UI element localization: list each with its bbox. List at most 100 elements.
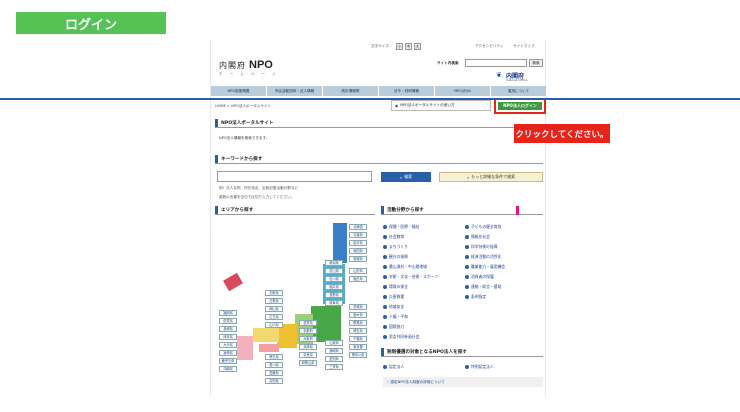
region-okinawa[interactable]: [223, 272, 243, 292]
pref-fukushima[interactable]: 福島県: [349, 276, 367, 282]
nav-item-orgs[interactable]: 市民活動団体・法人情報: [267, 86, 323, 96]
accessibility-link[interactable]: アクセシビリティ: [475, 44, 503, 48]
pref-fukuoka[interactable]: 福岡県: [219, 310, 237, 316]
pref-hokkaido[interactable]: 北海道: [349, 224, 367, 230]
font-large-button[interactable]: 大: [414, 43, 421, 50]
font-medium-button[interactable]: 中: [405, 43, 412, 50]
activity-item[interactable]: 条例指定: [465, 294, 486, 300]
activity-item[interactable]: 科学技術の振興: [465, 244, 498, 250]
activity-item[interactable]: 災害救援: [383, 294, 404, 300]
pref-chiba[interactable]: 千葉県: [349, 336, 367, 342]
pref-okinawa[interactable]: 沖縄県: [219, 366, 237, 372]
activity-item[interactable]: 社会教育: [383, 234, 404, 240]
pref-wakayama[interactable]: 和歌山県: [299, 360, 317, 366]
pref-kyoto[interactable]: 京都府: [299, 328, 317, 334]
pref-tokyo[interactable]: 東京都: [349, 344, 367, 350]
activity-item[interactable]: 地域安全: [383, 304, 404, 310]
nav-item-qa[interactable]: NPO法QA: [435, 86, 491, 96]
npo-login-button[interactable]: NPO法人ログイン: [498, 102, 542, 110]
activity-item[interactable]: 消費者の保護: [465, 274, 494, 280]
pref-gifu[interactable]: 岐阜県: [325, 300, 343, 306]
pref-nagasaki[interactable]: 長崎県: [219, 326, 237, 332]
region-chugoku[interactable]: [253, 328, 279, 342]
activity-item[interactable]: 国際協力: [383, 324, 404, 330]
pref-osaka[interactable]: 大阪府: [299, 336, 317, 342]
certified-item[interactable]: 特例認定法人: [465, 364, 494, 370]
pref-nara[interactable]: 奈良県: [299, 352, 317, 358]
pref-yamaguchi[interactable]: 山口県: [265, 322, 283, 328]
activity-item[interactable]: 農山漁村・中山間地域: [383, 264, 427, 270]
pref-iwate[interactable]: 岩手県: [349, 240, 367, 246]
certified-info-link[interactable]: › 認定NPO法人制度の詳細について: [383, 377, 543, 387]
pref-mie[interactable]: 三重県: [325, 364, 343, 370]
keyword-search-button[interactable]: ⌕ 検索: [381, 172, 431, 182]
pref-kagawa[interactable]: 香川県: [265, 362, 283, 368]
nav-item-laws[interactable]: 法令・判例情報: [379, 86, 435, 96]
pref-miyagi[interactable]: 宮城県: [349, 256, 367, 262]
nav-item-stats[interactable]: 統計情報等: [323, 86, 379, 96]
pref-gunma[interactable]: 群馬県: [349, 320, 367, 326]
activity-item[interactable]: 観光の振興: [383, 254, 408, 260]
pref-nagano[interactable]: 長野県: [325, 292, 343, 298]
activity-item[interactable]: 子どもの健全育成: [465, 224, 501, 230]
pref-miyazaki[interactable]: 宮崎県: [219, 350, 237, 356]
pref-tokushima[interactable]: 徳島県: [265, 354, 283, 360]
bullet-icon: [383, 235, 387, 239]
pref-saga[interactable]: 佐賀県: [219, 318, 237, 324]
pref-aichi[interactable]: 愛知県: [325, 356, 343, 362]
pref-shizuoka[interactable]: 静岡県: [325, 348, 343, 354]
site-search-input[interactable]: [465, 59, 527, 67]
pref-toyama[interactable]: 富山県: [325, 268, 343, 274]
pref-oita[interactable]: 大分県: [219, 342, 237, 348]
pref-fukui[interactable]: 福井県: [325, 284, 343, 290]
npo-logo[interactable]: 内閣府 NPO ホ ー ム ペ ー ジ: [219, 59, 299, 79]
bullet-icon: [465, 245, 469, 249]
pref-hiroshima[interactable]: 広島県: [265, 314, 283, 320]
activity-label: 学術・文化・芸術・スポーツ: [389, 274, 439, 279]
breadcrumb[interactable]: HOME > NPO法人ポータルサイト: [215, 104, 271, 108]
pref-kochi[interactable]: 高知県: [265, 378, 283, 384]
nav-item-operation[interactable]: 運用について: [491, 86, 547, 96]
activity-item[interactable]: 男女共同参画社会: [383, 334, 419, 340]
region-hokkaido-tohoku[interactable]: [333, 223, 347, 263]
pref-ehime[interactable]: 愛媛県: [265, 370, 283, 376]
pref-kanagawa[interactable]: 神奈川県: [349, 352, 367, 358]
pref-shiga[interactable]: 滋賀県: [299, 320, 317, 326]
activity-item[interactable]: まちづくり: [383, 244, 408, 250]
keyword-input[interactable]: [217, 171, 372, 182]
font-small-button[interactable]: 小: [396, 43, 403, 50]
pref-saitama[interactable]: 埼玉県: [349, 328, 367, 334]
region-shikoku[interactable]: [259, 344, 279, 352]
activity-item[interactable]: 保健・医療・福祉: [383, 224, 419, 230]
activity-item[interactable]: 職業能力・雇用機会: [465, 264, 505, 270]
region-kyushu[interactable]: [237, 336, 253, 360]
pref-yamagata[interactable]: 山形県: [349, 268, 367, 274]
activity-item[interactable]: 経済活動の活性化: [465, 254, 501, 260]
pref-akita[interactable]: 秋田県: [349, 248, 367, 254]
pref-ishikawa[interactable]: 石川県: [325, 276, 343, 282]
activity-item[interactable]: 環境の保全: [383, 284, 408, 290]
activity-item[interactable]: 人権・平和: [383, 314, 408, 320]
pref-kumamoto[interactable]: 熊本県: [219, 334, 237, 340]
pref-tochigi[interactable]: 栃木県: [349, 312, 367, 318]
pref-kagoshima[interactable]: 鹿児島県: [219, 358, 237, 364]
pref-hyogo[interactable]: 兵庫県: [299, 344, 317, 350]
nav-item-overview[interactable]: NPO制度概要: [211, 86, 267, 96]
activity-item[interactable]: 学術・文化・芸術・スポーツ: [383, 274, 438, 280]
activity-item[interactable]: 連絡・助言・援助: [465, 284, 501, 290]
pref-okayama[interactable]: 岡山県: [265, 306, 283, 312]
pref-aomori[interactable]: 青森県: [349, 232, 367, 238]
help-button[interactable]: ◉ NPO法人ポータルサイトの使い方: [391, 100, 491, 111]
pref-ibaraki[interactable]: 茨城県: [349, 304, 367, 310]
sitemap-link[interactable]: サイトマップ: [513, 44, 535, 48]
pref-tottori[interactable]: 鳥取県: [265, 290, 283, 296]
activity-item[interactable]: 情報化社会: [465, 234, 490, 240]
certified-item[interactable]: 認定法人: [383, 364, 404, 370]
pref-yamanashi[interactable]: 山梨県: [325, 340, 343, 346]
detail-search-button[interactable]: ⌕ もっと詳細な条件で検索: [439, 172, 543, 182]
pref-shimane[interactable]: 島根県: [265, 298, 283, 304]
cabinet-office-logo[interactable]: ❦ 内閣府 Cabinet Office: [496, 71, 544, 83]
pref-niigata[interactable]: 新潟県: [325, 260, 343, 266]
site-search-button[interactable]: 検索: [529, 59, 543, 67]
section-bar-icon: [215, 155, 218, 163]
